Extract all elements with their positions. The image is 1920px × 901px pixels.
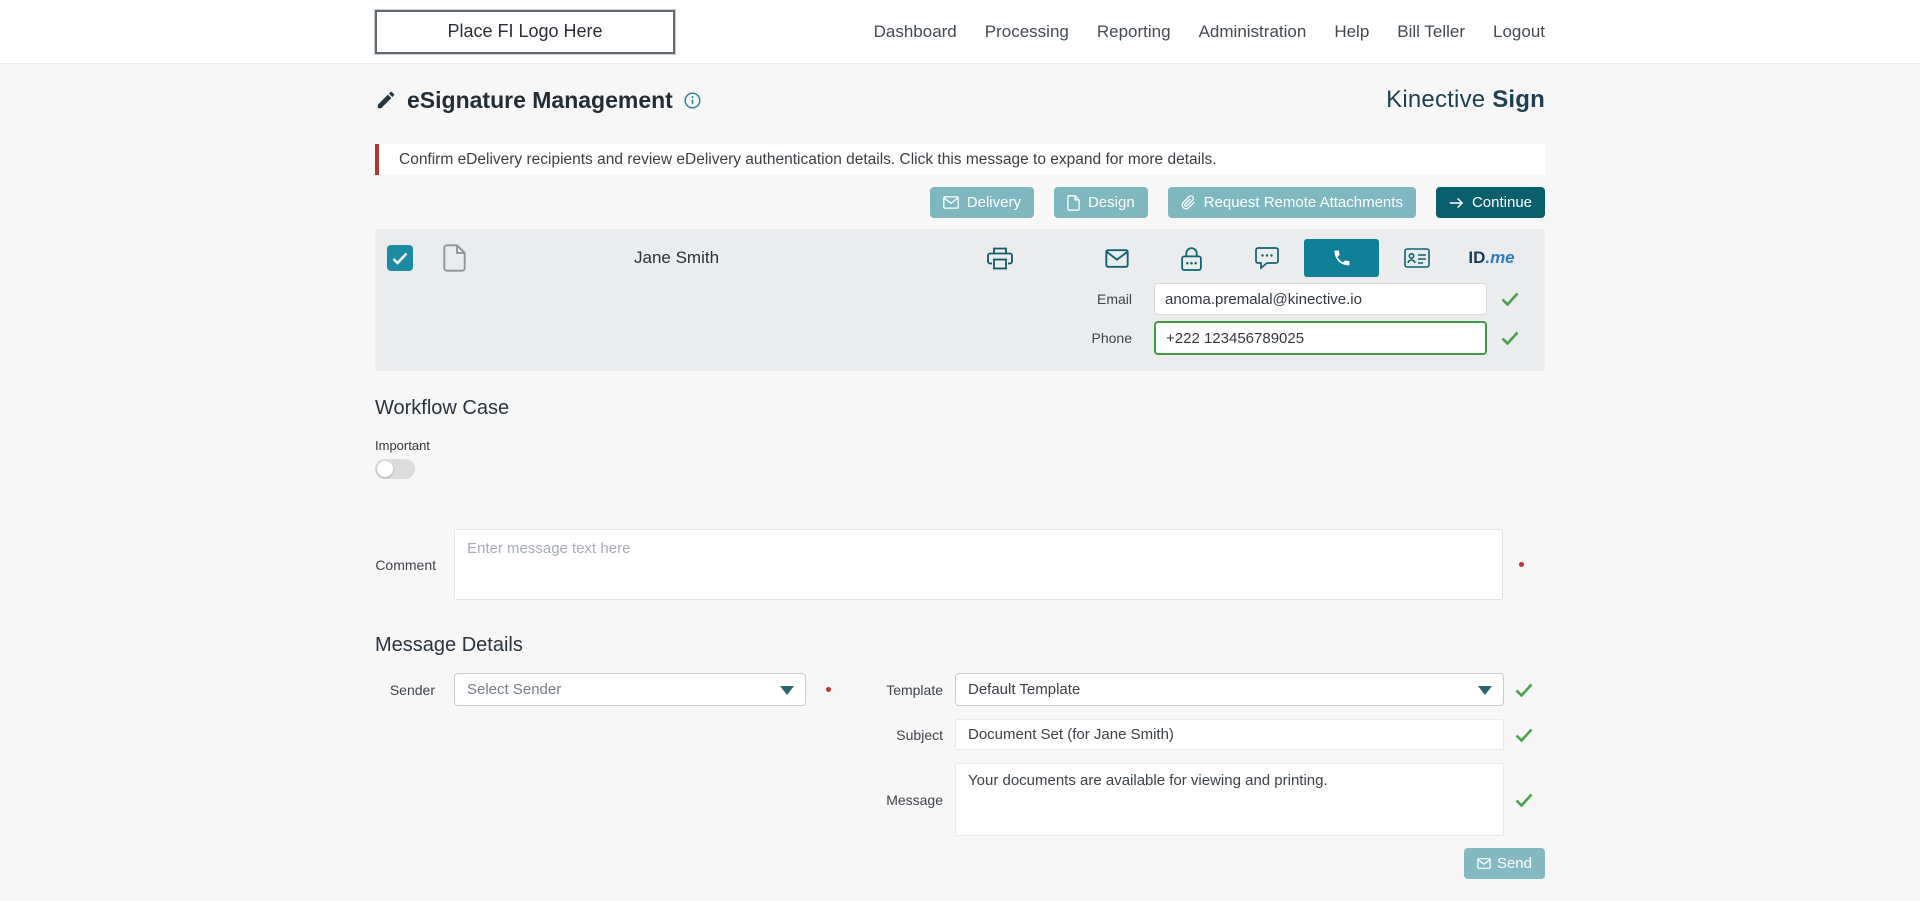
main-nav: Dashboard Processing Reporting Administr… (874, 22, 1545, 42)
message-textarea[interactable]: Your documents are available for viewing… (955, 763, 1504, 836)
nav-logout[interactable]: Logout (1493, 22, 1545, 42)
comment-row: Comment (375, 529, 1545, 600)
idme-logo-id: ID (1468, 248, 1486, 267)
method-email-icon[interactable] (1079, 239, 1154, 277)
design-doc-icon (1067, 194, 1080, 211)
send-button-label: Send (1496, 855, 1532, 872)
phone-input[interactable] (1154, 321, 1487, 355)
recipient-email-row: Email (387, 283, 1529, 315)
message-details-heading: Message Details (375, 634, 523, 656)
main-content: eSignature Management Kinective Sign Con… (375, 86, 1545, 879)
edelivery-alert-banner[interactable]: Confirm eDelivery recipients and review … (375, 144, 1545, 175)
continue-button-label: Continue (1471, 194, 1532, 211)
info-icon[interactable] (683, 91, 702, 110)
page-title: eSignature Management (407, 86, 673, 113)
recipient-phone-row: Phone (387, 321, 1529, 355)
paperclip-icon (1181, 195, 1196, 210)
comment-required-dot-icon (1519, 562, 1524, 567)
toggle-knob (377, 461, 393, 477)
page-header: eSignature Management Kinective Sign (375, 86, 1545, 114)
recipient-checkbox[interactable] (387, 245, 413, 271)
comment-label: Comment (375, 556, 436, 573)
subject-row: Subject (866, 719, 1533, 750)
method-phone-icon[interactable] (1304, 239, 1379, 277)
recipient-panel: Jane Smith ID .me Email anoma.premalal@k… (375, 229, 1545, 371)
sender-select-value: Select Sender (467, 681, 562, 698)
design-button-label: Design (1087, 194, 1135, 211)
delivery-button[interactable]: Delivery (929, 187, 1034, 218)
message-label: Message (886, 791, 943, 808)
delivery-button-label: Delivery (966, 194, 1021, 211)
subject-label: Subject (896, 726, 943, 743)
dropdown-caret-icon (1478, 686, 1492, 695)
delivery-methods: ID .me (1079, 239, 1529, 277)
title-group: eSignature Management (375, 87, 702, 114)
checkbox-check-icon (392, 252, 408, 265)
template-valid-check-icon (1515, 683, 1533, 697)
document-icon[interactable] (443, 244, 466, 272)
important-label: Important (375, 438, 430, 453)
email-input[interactable] (1154, 283, 1487, 315)
nav-processing[interactable]: Processing (985, 22, 1069, 42)
email-label: Email (1096, 291, 1132, 307)
arrow-right-icon (1449, 197, 1464, 209)
signature-pen-icon (375, 89, 397, 111)
template-select[interactable]: Default Template (955, 673, 1504, 706)
phone-valid-check-icon (1501, 331, 1519, 345)
subject-input[interactable] (955, 719, 1504, 750)
fi-logo-placeholder: Place FI Logo Here (375, 9, 675, 54)
phone-label: Phone (1091, 330, 1132, 346)
message-details-section: Sender Select Sender Template Default Te… (375, 673, 1545, 836)
send-button[interactable]: Send (1463, 848, 1545, 879)
method-sms-icon[interactable] (1229, 239, 1304, 277)
method-id-card-icon[interactable] (1379, 239, 1454, 277)
template-row: Template Default Template (866, 673, 1533, 706)
action-toolbar: Delivery Design Request Remote Attachmen… (375, 187, 1545, 218)
design-button[interactable]: Design (1053, 187, 1148, 218)
important-toggle[interactable] (375, 459, 415, 479)
sender-label: Sender (389, 681, 435, 698)
sender-select[interactable]: Select Sender (454, 673, 806, 706)
idme-logo-me: .me (1485, 248, 1515, 267)
template-column: Template Default Template Subject Messag… (866, 673, 1533, 836)
workflow-case-heading: Workflow Case (375, 397, 510, 419)
request-remote-attachments-button[interactable]: Request Remote Attachments (1167, 187, 1416, 218)
message-row: Message Your documents are available for… (866, 763, 1533, 836)
mail-icon (942, 196, 959, 209)
nav-administration[interactable]: Administration (1199, 22, 1307, 42)
nav-reporting[interactable]: Reporting (1097, 22, 1171, 42)
dropdown-caret-icon (780, 686, 794, 695)
brand-name: Kinective (1386, 86, 1486, 113)
sender-row: Sender Select Sender (375, 673, 831, 706)
printer-icon[interactable] (987, 246, 1013, 271)
sender-required-dot-icon (826, 687, 831, 692)
template-select-value: Default Template (968, 681, 1081, 698)
nav-user-bill-teller[interactable]: Bill Teller (1397, 22, 1465, 42)
recipient-row: Jane Smith ID .me (387, 239, 1529, 277)
email-valid-check-icon (1501, 292, 1519, 306)
comment-textarea[interactable] (454, 529, 1503, 600)
method-password-lock-icon[interactable] (1154, 239, 1229, 277)
topbar-inner: Place FI Logo Here Dashboard Processing … (375, 0, 1545, 63)
method-idme-logo[interactable]: ID .me (1454, 239, 1529, 277)
top-navigation-bar: Place FI Logo Here Dashboard Processing … (0, 0, 1920, 64)
request-remote-attachments-label: Request Remote Attachments (1203, 194, 1403, 211)
nav-help[interactable]: Help (1334, 22, 1369, 42)
continue-button[interactable]: Continue (1435, 187, 1545, 218)
send-row: Send (375, 848, 1545, 879)
subject-valid-check-icon (1515, 728, 1533, 742)
message-valid-check-icon (1515, 793, 1533, 807)
mail-icon (1477, 858, 1491, 869)
kinective-sign-logo: Kinective Sign (1386, 86, 1545, 114)
brand-product: Sign (1492, 86, 1545, 113)
template-label: Template (886, 681, 943, 698)
nav-dashboard[interactable]: Dashboard (874, 22, 957, 42)
recipient-name: Jane Smith (634, 248, 720, 267)
